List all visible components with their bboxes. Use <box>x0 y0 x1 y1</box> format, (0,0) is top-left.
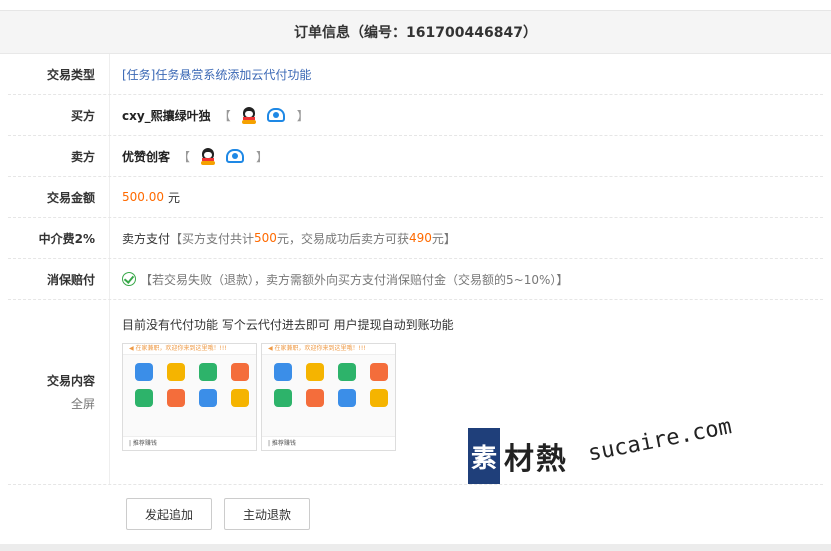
action-bar: 发起追加 主动退款 <box>126 498 311 530</box>
fee-text-2: 元，交易成功后卖方可获 <box>276 231 409 246</box>
phone-icon[interactable] <box>266 108 285 122</box>
watermark: 素 材熱 sucaire.com <box>468 414 738 490</box>
row-buyer: 买方 cxy_熙攘绿叶独 【 】 <box>8 95 823 136</box>
thumb-footer: | 推荐赚钱 <box>123 436 256 450</box>
thumb-banner: ◀ 在家兼职，欢迎你来到这里哦！!!! <box>262 344 395 355</box>
content-description: 目前没有代付功能 写个云代付进去即可 用户提现自动到账功能 <box>122 318 454 332</box>
thumbnail-image[interactable]: ◀ 在家兼职，欢迎你来到这里哦！!!! | 推荐赚钱 <box>261 343 396 451</box>
thumb-footer: | 推荐赚钱 <box>262 436 395 450</box>
buyer-name: cxy_熙攘绿叶独 <box>122 108 211 123</box>
row-amount: 交易金额 500.00 元 <box>8 177 823 218</box>
bottom-divider <box>0 544 831 551</box>
fullscreen-link[interactable]: 全屏 <box>71 395 95 412</box>
thumbnail-list: ◀ 在家兼职，欢迎你来到这里哦！!!! | 推荐赚钱 ◀ 在家兼职，欢迎你来到这… <box>122 343 454 451</box>
check-icon <box>122 272 136 286</box>
fee-net: 490 <box>408 231 432 245</box>
amount-label: 交易金额 <box>8 177 110 217</box>
bracket-close: 】 <box>256 149 269 164</box>
append-button[interactable]: 发起追加 <box>126 498 213 530</box>
buyer-label: 买方 <box>8 95 110 135</box>
qq-icon[interactable] <box>241 106 257 124</box>
bracket-open: 【 <box>218 108 231 123</box>
seller-label: 卖方 <box>8 136 110 176</box>
row-trade-type: 交易类型 [任务]任务悬赏系统添加云代付功能 <box>8 54 823 95</box>
trade-type-label: 交易类型 <box>8 54 110 94</box>
row-fee: 中介费2% 卖方支付 【买方支付共计 500 元，交易成功后卖方可获 490 元… <box>8 218 823 259</box>
fee-text-1: 【买方支付共计 <box>170 231 255 246</box>
order-title: 订单信息（编号：161700446847） <box>0 11 831 54</box>
refund-button[interactable]: 主动退款 <box>224 498 311 530</box>
fee-total: 500 <box>254 231 277 245</box>
fee-label: 中介费2% <box>8 218 110 258</box>
trade-type-link[interactable]: [任务]任务悬赏系统添加云代付功能 <box>122 66 311 83</box>
thumbnail-image[interactable]: ◀ 在家兼职，欢迎你来到这里哦！!!! | 推荐赚钱 <box>122 343 257 451</box>
qq-icon[interactable] <box>200 147 216 165</box>
content-label: 交易内容 <box>46 374 95 388</box>
phone-icon[interactable] <box>226 149 245 163</box>
bracket-open: 【 <box>178 149 191 164</box>
bracket-close: 】 <box>296 108 309 123</box>
row-seller: 卖方 优赞创客 【 】 <box>8 136 823 177</box>
watermark-logo: 素 <box>468 428 500 484</box>
row-guarantee: 消保赔付 【若交易失败（退款），卖方需额外向买方支付消保赔付金（交易额的5~10… <box>8 259 823 300</box>
amount-value: 500.00 <box>122 190 164 204</box>
fee-payer: 卖方支付 <box>122 231 171 246</box>
seller-name: 优赞创客 <box>122 149 171 164</box>
watermark-text: 材熱 <box>504 442 568 477</box>
amount-unit: 元 <box>168 190 181 205</box>
guarantee-label: 消保赔付 <box>8 259 110 299</box>
guarantee-text: 【若交易失败（退款），卖方需额外向买方支付消保赔付金（交易额的5~10%）】 <box>140 272 569 287</box>
thumb-banner: ◀ 在家兼职，欢迎你来到这里哦！!!! <box>123 344 256 355</box>
fee-text-3: 元】 <box>431 231 456 246</box>
